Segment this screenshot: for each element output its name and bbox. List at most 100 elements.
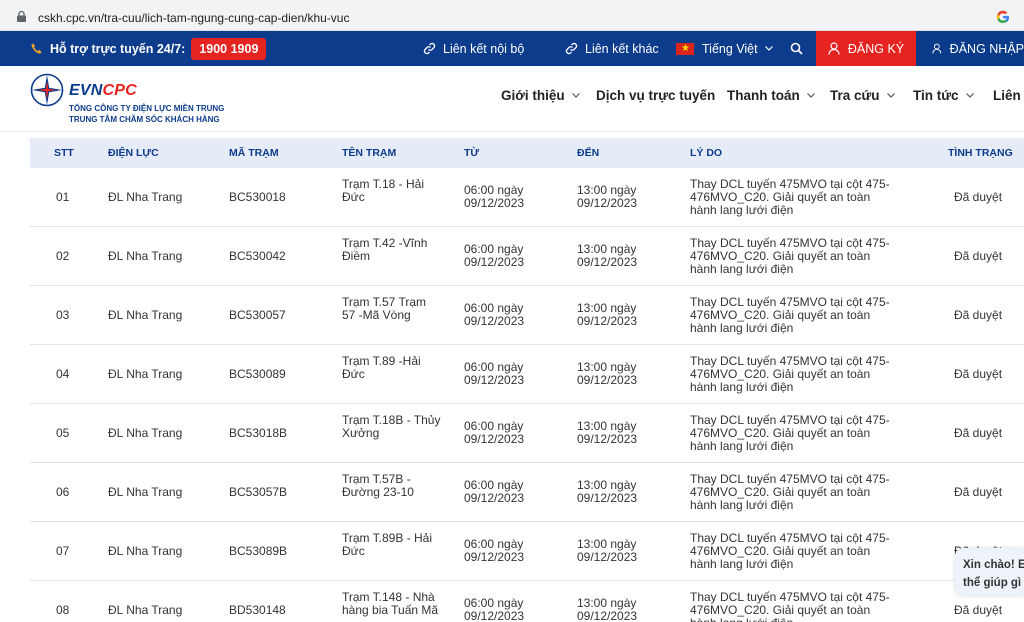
nav-gioi-thieu[interactable]: Giới thiệu (501, 88, 580, 103)
cell-ma-tram: BC530018 (229, 190, 286, 204)
cell-ma-tram: BC530089 (229, 367, 286, 381)
cell-ly-do: Thay DCL tuyến 475MVO tại cột 475-476MVO… (690, 236, 890, 276)
cell-dien-luc: ĐL Nha Trang (108, 603, 183, 617)
browser-address-bar: cskh.cpc.vn/tra-cuu/lich-tam-ngung-cung-… (0, 0, 1024, 31)
cell-stt: 04 (56, 367, 70, 381)
cell-tinh-trang: Đã duyệt (954, 603, 1003, 617)
col-header-ten-tram: TÊN TRẠM (342, 147, 397, 159)
table-row: 08 ĐL Nha Trang BD530148 Trạm T.148 - Nhà h… (30, 581, 1024, 622)
lock-icon (17, 11, 26, 22)
cell-tinh-trang: Đã duyệt (954, 249, 1003, 263)
register-button[interactable]: ĐĂNG KÝ (816, 31, 916, 66)
table-row: 06 ĐL Nha Trang BC53057B Trạm T.57B - Đường… (30, 463, 1024, 522)
col-header-dien-luc: ĐIỆN LỰC (108, 147, 159, 159)
link-icon (565, 42, 578, 55)
cell-den: 13:00 ngày 09/12/2023 (577, 478, 638, 505)
chevron-down-icon (764, 46, 773, 51)
chat-greeting-line-1: Xin chào! EV (963, 559, 1024, 571)
logo-line-1: TỔNG CÔNG TY ĐIỆN LỰC MIỀN TRUNG (69, 104, 225, 113)
cell-stt: 07 (56, 544, 70, 558)
logo-line-2: TRUNG TÂM CHĂM SÓC KHÁCH HÀNG (69, 115, 220, 124)
table-row: 07 ĐL Nha Trang BC53089B Trạm T.89B - Hải Đ… (30, 522, 1024, 581)
cell-ly-do: Thay DCL tuyến 475MVO tại cột 475-476MVO… (690, 531, 890, 571)
cell-dien-luc: ĐL Nha Trang (108, 367, 183, 381)
hotline-number[interactable]: 1900 1909 (191, 37, 267, 60)
cell-ten-tram: Trạm T.148 - Nhà hàng bia Tuấn Mã (342, 590, 439, 617)
login-button[interactable]: ĐĂNG NHẬP (916, 31, 1024, 66)
internal-link[interactable]: Liên kết nội bộ (423, 31, 524, 66)
col-header-ly-do: LÝ DO (690, 147, 723, 159)
cell-ten-tram: Trạm T.89 -Hải Đức (342, 354, 421, 381)
nav-tin-tuc[interactable]: Tin tức (913, 88, 974, 103)
top-bar: Hỗ trợ trực tuyến 24/7: 1900 1909 Liên k… (0, 31, 1024, 66)
cell-stt: 08 (56, 603, 70, 617)
cell-tinh-trang: Đã duyệt (954, 426, 1003, 440)
cell-den: 13:00 ngày 09/12/2023 (577, 242, 638, 269)
cell-dien-luc: ĐL Nha Trang (108, 426, 183, 440)
site-header: EVNCPC TỔNG CÔNG TY ĐIỆN LỰC MIỀN TRUNG … (0, 66, 1024, 132)
google-icon[interactable] (996, 10, 1010, 24)
nav-dich-vu-truc-tuyen[interactable]: Dịch vụ trực tuyến (596, 88, 715, 103)
cell-ten-tram: Trạm T.18B - Thủy Xưởng (342, 413, 441, 440)
cell-ly-do: Thay DCL tuyến 475MVO tại cột 475-476MVO… (690, 472, 890, 512)
cell-tinh-trang: Đã duyệt (954, 485, 1003, 499)
col-header-tinh-trang: TÌNH TRẠNG (948, 147, 1013, 159)
register-label: ĐĂNG KÝ (847, 41, 905, 56)
logo-subtitle: TỔNG CÔNG TY ĐIỆN LỰC MIỀN TRUNG TRUNG T… (69, 103, 224, 125)
cell-tu: 06:00 ngày 09/12/2023 (464, 478, 525, 505)
nav-thanh-toan[interactable]: Thanh toán (727, 88, 815, 103)
nav-tra-cuu[interactable]: Tra cứu (830, 88, 895, 103)
internal-link-label: Liên kết nội bộ (443, 41, 525, 56)
cell-tu: 06:00 ngày 09/12/2023 (464, 419, 525, 446)
evn-logo-icon (30, 73, 64, 107)
search-button[interactable] (790, 31, 810, 66)
cell-dien-luc: ĐL Nha Trang (108, 190, 183, 204)
cell-ten-tram: Trạm T.18 - Hải Đức (342, 177, 425, 204)
cell-dien-luc: ĐL Nha Trang (108, 485, 183, 499)
nav-label: Tin tức (913, 88, 959, 103)
nav-label: Tra cứu (830, 88, 880, 103)
nav-label: Dịch vụ trực tuyến (596, 88, 716, 103)
col-header-stt: STT (54, 147, 74, 159)
table-row: 01 ĐL Nha Trang BC530018 Trạm T.18 - Hải Đứ… (30, 168, 1024, 227)
cell-ly-do: Thay DCL tuyến 475MVO tại cột 475-476MVO… (690, 413, 890, 453)
cell-den: 13:00 ngày 09/12/2023 (577, 301, 638, 328)
cell-ten-tram: Trạm T.89B - Hải Đức (342, 531, 433, 558)
cell-ten-tram: Trạm T.42 -Vĩnh Điềm (342, 236, 428, 263)
cell-ly-do: Thay DCL tuyến 475MVO tại cột 475-476MVO… (690, 590, 890, 622)
chevron-down-icon (806, 93, 815, 98)
col-header-tu: TỪ (464, 147, 480, 159)
cell-ma-tram: BC530057 (229, 308, 286, 322)
cell-tinh-trang: Đã duyệt (954, 190, 1003, 204)
nav-label: Giới thiệu (501, 88, 565, 103)
table-row: 03 ĐL Nha Trang BC530057 Trạm T.57 Trạm 57 … (30, 286, 1024, 345)
cell-stt: 01 (56, 190, 70, 204)
language-selector[interactable]: ★ Tiếng Việt (676, 31, 780, 66)
cell-den: 13:00 ngày 09/12/2023 (577, 596, 638, 622)
url-field[interactable]: cskh.cpc.vn/tra-cuu/lich-tam-ngung-cung-… (4, 3, 1020, 28)
user-icon (932, 43, 942, 54)
chat-greeting-line-2: thể giúp gì c (963, 577, 1024, 589)
cell-ten-tram: Trạm T.57 Trạm 57 -Mã Vòng (342, 295, 427, 322)
nav-lien-he[interactable]: Liên h (993, 88, 1024, 103)
hotline: Hỗ trợ trực tuyến 24/7: 1900 1909 (30, 31, 267, 66)
col-header-den: ĐẾN (577, 147, 600, 159)
nav-label: Thanh toán (727, 88, 800, 103)
url-text: cskh.cpc.vn/tra-cuu/lich-tam-ngung-cung-… (38, 11, 350, 25)
hotline-label: Hỗ trợ trực tuyến 24/7: (50, 41, 186, 56)
cell-ly-do: Thay DCL tuyến 475MVO tại cột 475-476MVO… (690, 295, 890, 335)
chat-widget[interactable]: Xin chào! EV thể giúp gì c (955, 548, 1024, 596)
cell-dien-luc: ĐL Nha Trang (108, 544, 183, 558)
user-icon (828, 42, 840, 55)
table-row: 04 ĐL Nha Trang BC530089 Trạm T.89 -Hải Đức… (30, 345, 1024, 404)
cell-tu: 06:00 ngày 09/12/2023 (464, 596, 525, 622)
language-label: Tiếng Việt (702, 41, 758, 56)
cell-ma-tram: BC530042 (229, 249, 286, 263)
cell-tinh-trang: Đã duyệt (954, 367, 1003, 381)
cell-stt: 02 (56, 249, 70, 263)
cell-tinh-trang: Đã duyệt (954, 308, 1003, 322)
cell-den: 13:00 ngày 09/12/2023 (577, 360, 638, 387)
external-link[interactable]: Liên kết khác (565, 31, 659, 66)
table-row: 02 ĐL Nha Trang BC530042 Trạm T.42 -Vĩnh Đi… (30, 227, 1024, 286)
external-link-label: Liên kết khác (585, 41, 659, 56)
